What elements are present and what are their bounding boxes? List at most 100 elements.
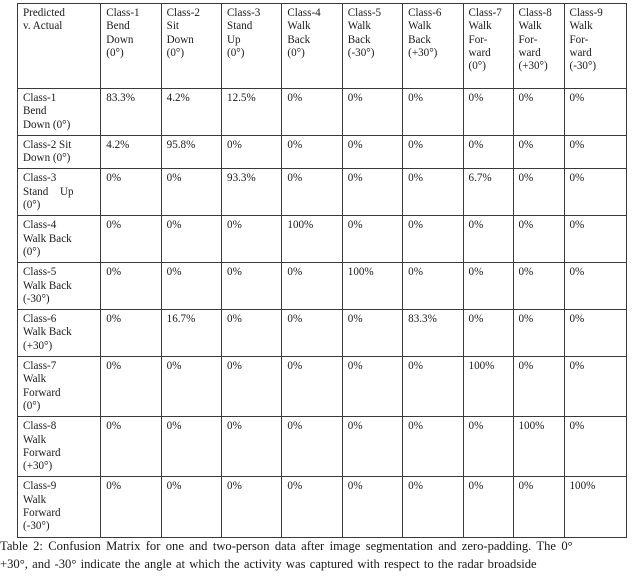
row-label-line: Walk bbox=[23, 433, 47, 446]
cell-r6c9: 0% bbox=[563, 309, 627, 358]
cell-r1c7: 0% bbox=[462, 88, 514, 136]
row-label-line: Class-6 bbox=[23, 313, 57, 326]
header-line: Class-1 bbox=[106, 7, 140, 19]
caption-line-1: Table 2: Confusion Matrix for one and tw… bbox=[0, 539, 573, 553]
cell-r1c9: 0% bbox=[563, 88, 627, 136]
column-header-class-9: Class-9 Walk For- ward (-30°) bbox=[563, 3, 627, 89]
row-label-line: (0°) bbox=[23, 399, 41, 412]
cell-r7c9: 0% bbox=[563, 356, 627, 418]
header-line: (0°) bbox=[166, 46, 185, 59]
row-label-class-6: Class-6 Walk Back (+30°) bbox=[16, 309, 102, 358]
table-row: Class-9 Walk Forward (-30°) 0% 0% 0% 0% … bbox=[16, 476, 627, 538]
cell-r4c4: 100% bbox=[281, 215, 343, 264]
cell-r5c9: 0% bbox=[563, 262, 627, 311]
cell-r3c4: 0% bbox=[281, 168, 343, 217]
cell-r1c8: 0% bbox=[512, 88, 565, 136]
header-line: (0°) bbox=[468, 60, 486, 73]
cell-r6c1: 0% bbox=[100, 309, 162, 358]
cell-r3c8: 0% bbox=[512, 168, 565, 217]
column-header-class-7: Class-7 Walk For- ward (0°) bbox=[462, 3, 514, 89]
cell-r7c8: 0% bbox=[512, 356, 565, 418]
row-label-line: Class-1 bbox=[23, 92, 57, 104]
cell-r3c6: 0% bbox=[402, 168, 464, 217]
caption-line-2: +30°, and -30° indicate the angle at whi… bbox=[0, 556, 537, 571]
cell-r6c3: 0% bbox=[221, 309, 283, 358]
cell-r4c3: 0% bbox=[221, 215, 283, 264]
cell-r6c2: 16.7% bbox=[160, 309, 223, 358]
header-line: Walk bbox=[287, 20, 311, 33]
header-line: ward bbox=[569, 46, 592, 59]
cell-r4c6: 0% bbox=[402, 215, 464, 264]
cell-r4c2: 0% bbox=[160, 215, 223, 264]
row-label-line: (0°) bbox=[23, 245, 41, 258]
cell-r3c2: 0% bbox=[160, 168, 223, 217]
table-row: Class-1 Bend Down (0°) 83.3% 4.2% 12.5% … bbox=[16, 88, 627, 136]
header-line: Stand bbox=[227, 20, 253, 33]
column-header-class-2: Class-2 Sit Down (0°) bbox=[160, 3, 223, 89]
table-header: Predicted v. Actual Class-1 Bend Down (0… bbox=[16, 3, 627, 89]
cell-r9c5: 0% bbox=[341, 476, 404, 538]
cell-r9c7: 0% bbox=[462, 476, 514, 538]
header-line: Back bbox=[347, 33, 371, 46]
cell-r1c5: 0% bbox=[341, 88, 404, 136]
cell-r8c8: 100% bbox=[512, 416, 565, 478]
column-header-class-5: Class-5 Walk Back (-30°) bbox=[341, 3, 404, 89]
cell-r8c5: 0% bbox=[341, 416, 404, 478]
row-label-line: Down (0°) bbox=[23, 118, 71, 131]
cell-r5c2: 0% bbox=[160, 262, 223, 311]
cell-r2c8: 0% bbox=[512, 134, 565, 170]
cell-r7c4: 0% bbox=[281, 356, 343, 418]
cell-r2c6: 0% bbox=[402, 134, 464, 170]
row-label-class-4: Class-4 Walk Back (0°) bbox=[16, 215, 102, 264]
header-corner-predicted-v-actual: Predicted v. Actual bbox=[16, 3, 102, 89]
cell-r6c8: 0% bbox=[512, 309, 565, 358]
row-label-class-5: Class-5 Walk Back (-30°) bbox=[16, 262, 102, 311]
cell-r3c3: 93.3% bbox=[221, 168, 283, 217]
header-line: (+30°) bbox=[518, 60, 548, 73]
header-line: Class-4 bbox=[287, 7, 321, 19]
cell-r6c6: 83.3% bbox=[402, 309, 464, 358]
cell-r5c8: 0% bbox=[512, 262, 565, 311]
row-label-line: Forward bbox=[23, 386, 61, 399]
cell-r6c7: 0% bbox=[462, 309, 514, 358]
row-label-line: (-30°) bbox=[23, 520, 50, 533]
table-row: Class-8 Walk Forward (+30°) 0% 0% 0% 0% … bbox=[16, 416, 627, 478]
row-label-line: Walk Back bbox=[23, 232, 72, 245]
cell-r7c7: 100% bbox=[462, 356, 514, 418]
cell-r4c1: 0% bbox=[100, 215, 162, 264]
cell-r7c2: 0% bbox=[160, 356, 223, 418]
cell-r5c6: 0% bbox=[402, 262, 464, 311]
cell-r2c5: 0% bbox=[341, 134, 404, 170]
cell-r3c1: 0% bbox=[100, 168, 162, 217]
header-row: Predicted v. Actual Class-1 Bend Down (0… bbox=[16, 3, 627, 89]
cell-r9c8: 0% bbox=[512, 476, 565, 538]
row-label-line: (-30°) bbox=[23, 292, 50, 305]
header-line: Sit bbox=[166, 20, 179, 33]
table-row: Class-4 Walk Back (0°) 0% 0% 0% 100% 0% … bbox=[16, 215, 627, 264]
table-row: Class-5 Walk Back (-30°) 0% 0% 0% 0% 100… bbox=[16, 262, 627, 311]
cell-r3c5: 0% bbox=[341, 168, 404, 217]
header-line: ward bbox=[518, 46, 541, 59]
cell-r9c6: 0% bbox=[402, 476, 464, 538]
row-label-class-8: Class-8 Walk Forward (+30°) bbox=[16, 416, 102, 478]
header-line: Walk bbox=[408, 20, 432, 33]
cell-r4c5: 0% bbox=[341, 215, 404, 264]
table-caption: Table 2: Confusion Matrix for one and tw… bbox=[0, 538, 640, 573]
cell-r8c9: 0% bbox=[563, 416, 627, 478]
cell-r8c2: 0% bbox=[160, 416, 223, 478]
cell-r7c1: 0% bbox=[100, 356, 162, 418]
header-line: Walk bbox=[569, 20, 593, 33]
header-line: Class-6 bbox=[408, 7, 442, 19]
header-line: Bend bbox=[106, 20, 130, 33]
cell-r4c9: 0% bbox=[563, 215, 627, 264]
table-row: Class-3 Stand Up (0°) 0% 0% 93.3% 0% 0% … bbox=[16, 168, 627, 217]
corner-line: v. Actual bbox=[23, 20, 63, 33]
cell-r8c4: 0% bbox=[281, 416, 343, 478]
header-line: Back bbox=[287, 33, 311, 46]
header-line: (+30°) bbox=[408, 46, 438, 59]
header-line: ward bbox=[468, 46, 491, 59]
cell-r6c5: 0% bbox=[341, 309, 404, 358]
row-label-line: (+30°) bbox=[23, 460, 53, 473]
header-line: Class-5 bbox=[347, 7, 382, 19]
table-row: Class-7 Walk Forward (0°) 0% 0% 0% 0% 0%… bbox=[16, 356, 627, 418]
